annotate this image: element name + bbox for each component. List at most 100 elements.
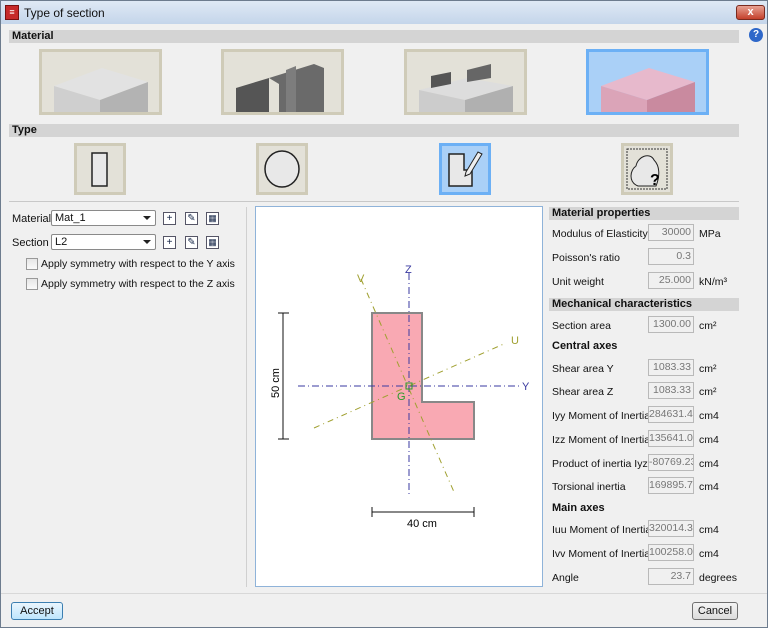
type-generic-button[interactable]: ? (621, 143, 673, 195)
iyz-field: -80769.23 (648, 454, 694, 471)
edit-material-button[interactable]: ✎ (185, 212, 198, 225)
drawing-mark (467, 64, 491, 82)
poisson-field: 0.3 (648, 248, 694, 265)
elasticity-label: Modulus of Elasticity (552, 228, 648, 240)
torsional-unit: cm4 (699, 481, 719, 493)
section-table-button[interactable]: ▦ (206, 236, 219, 249)
iyy-unit: cm4 (699, 410, 719, 422)
add-material-button[interactable]: + (163, 212, 176, 225)
material-generic-button[interactable] (586, 49, 709, 115)
area-field: 1300.00 (648, 316, 694, 333)
main-axes-heading: Main axes (552, 502, 605, 514)
izz-unit: cm4 (699, 434, 719, 446)
drawing-mark (464, 151, 483, 177)
z-label: Z (405, 264, 412, 276)
shear-y-label: Shear area Y (552, 363, 614, 375)
drawing-mark (264, 150, 300, 188)
izz-field: 135641.0 (648, 430, 694, 447)
torsional-field: 169895.7 (648, 477, 694, 494)
type-circular-button[interactable] (256, 143, 308, 195)
accept-button[interactable]: Accept (11, 602, 63, 620)
material-steel-button[interactable] (221, 49, 344, 115)
drawing-mark (286, 66, 296, 112)
composite-section-icon (419, 64, 513, 112)
material-select-value: Mat_1 (55, 212, 86, 224)
area-unit: cm² (699, 320, 717, 332)
symmetry-y-label: Apply symmetry with respect to the Y axi… (41, 258, 235, 270)
rectangle-icon (91, 152, 108, 187)
drawing-mark: ? (650, 172, 660, 189)
type-of-section-dialog: ≡ Type of section x ? Material Type ? Ma… (0, 0, 768, 628)
central-axes-heading: Central axes (552, 340, 618, 352)
section-label: Section (12, 237, 49, 249)
elasticity-unit: MPa (699, 228, 721, 240)
elasticity-field: 30000 (648, 224, 694, 241)
material-concrete-button[interactable] (39, 49, 162, 115)
ivv-unit: cm4 (699, 548, 719, 560)
material-label: Material (12, 213, 52, 225)
drawing-mark (269, 64, 324, 112)
footer-divider (1, 593, 767, 594)
angle-unit: degrees (699, 572, 737, 584)
generic-shape-icon: ? (626, 148, 668, 190)
app-icon: ≡ (5, 5, 19, 20)
u-label: U (511, 335, 519, 347)
unit-weight-field: 25.000 (648, 272, 694, 289)
circle-icon (264, 150, 300, 188)
drawing-mark (236, 78, 269, 112)
poisson-label: Poisson's ratio (552, 252, 620, 264)
add-section-button[interactable]: + (163, 236, 176, 249)
drawing-mark (91, 152, 108, 187)
angle-label: Angle (552, 572, 579, 584)
iyy-field: 284631.4 (648, 406, 694, 423)
material-composite-button[interactable] (404, 49, 527, 115)
shear-y-field: 1083.33 (648, 359, 694, 376)
unit-weight-label: Unit weight (552, 276, 604, 288)
iuu-label: Iuu Moment of Inertia (552, 524, 652, 536)
concrete-block-icon (54, 68, 148, 112)
help-icon[interactable]: ? (749, 28, 763, 42)
section-select-value: L2 (55, 236, 68, 248)
iyy-label: Iyy Moment of Inertia (552, 410, 651, 422)
shear-z-label: Shear area Z (552, 386, 614, 398)
generic-block-icon (601, 68, 695, 112)
symmetry-y-checkbox[interactable] (26, 258, 38, 270)
centroid-label: G (397, 391, 406, 403)
edit-section-button[interactable]: ✎ (185, 236, 198, 249)
cancel-button[interactable]: Cancel (692, 602, 738, 620)
ivv-label: Ivv Moment of Inertia (552, 548, 651, 560)
symmetry-z-checkbox[interactable] (26, 278, 38, 290)
material-header: Material (9, 30, 739, 43)
close-button[interactable]: x (736, 5, 765, 20)
material-properties-header: Material properties (549, 207, 739, 220)
type-drawn-button[interactable] (439, 143, 491, 195)
izz-label: Izz Moment of Inertia (552, 434, 651, 446)
steel-profile-icon (236, 64, 324, 112)
divider (9, 201, 739, 202)
shear-z-unit: cm² (699, 386, 717, 398)
iuu-unit: cm4 (699, 524, 719, 536)
ivv-field: 100258.0 (648, 544, 694, 561)
iyz-label: Product of inertia Iyz (552, 458, 648, 470)
shear-z-field: 1083.33 (648, 382, 694, 399)
symmetry-z-label: Apply symmetry with respect to the Z axi… (41, 278, 235, 290)
v-label: V (357, 273, 365, 285)
material-select[interactable]: Mat_1 (51, 210, 156, 226)
unit-weight-unit: kN/m³ (699, 276, 727, 288)
vertical-divider (246, 207, 247, 587)
mechanical-header: Mechanical characteristics (549, 298, 739, 311)
iuu-field: 320014.3 (648, 520, 694, 537)
torsional-label: Torsional inertia (552, 481, 626, 493)
material-table-button[interactable]: ▦ (206, 212, 219, 225)
y-label: Y (522, 381, 530, 393)
width-label: 40 cm (407, 518, 437, 530)
section-select[interactable]: L2 (51, 234, 156, 250)
area-label: Section area (552, 320, 611, 332)
shear-y-unit: cm² (699, 363, 717, 375)
type-rectangular-button[interactable] (74, 143, 126, 195)
window-title: Type of section (24, 6, 105, 20)
chevron-down-icon (143, 216, 151, 220)
chevron-down-icon (143, 240, 151, 244)
draw-polygon-icon (448, 151, 483, 187)
section-drawing[interactable]: Z Y U V G 50 cm 40 cm (255, 206, 543, 587)
